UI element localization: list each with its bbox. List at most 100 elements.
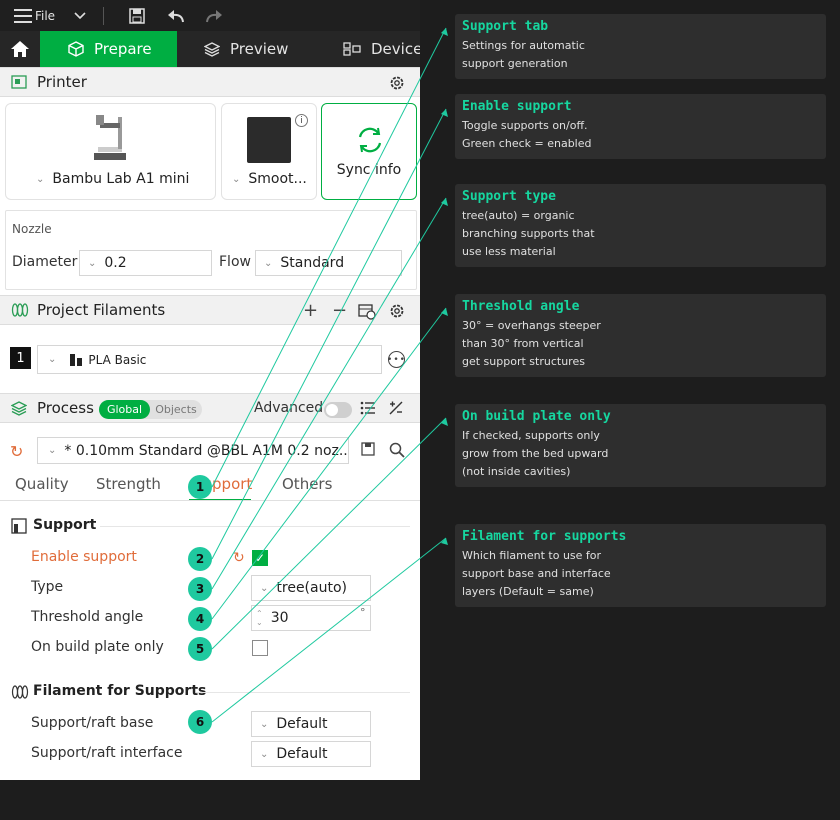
callout-badge: 3 bbox=[188, 577, 212, 601]
enable-support-label: Enable support bbox=[31, 549, 137, 565]
device-icon bbox=[343, 42, 361, 56]
process-preset-name: * 0.10mm Standard @BBL A1M 0.2 noz... bbox=[64, 442, 349, 459]
printer-section-title: Printer bbox=[37, 73, 87, 91]
tab-strength[interactable]: Strength bbox=[96, 475, 161, 493]
filament-select[interactable]: ⌄ PLA Basic bbox=[37, 345, 382, 374]
info-icon[interactable]: i bbox=[295, 114, 308, 127]
callout-body: If checked, supports only grow from the … bbox=[462, 429, 609, 478]
callout-build-plate-only: On build plate only If checked, supports… bbox=[455, 404, 826, 487]
arrowhead bbox=[441, 28, 448, 36]
callout-badge: 1 bbox=[188, 475, 212, 499]
save-preset-icon[interactable] bbox=[361, 442, 375, 456]
callout-title: Support type bbox=[462, 189, 556, 204]
compare-icon[interactable] bbox=[388, 400, 404, 416]
callout-support-type: Support type tree(auto) = organic branch… bbox=[455, 184, 826, 267]
callout-badge: 2 bbox=[188, 547, 212, 571]
tab-others[interactable]: Others bbox=[282, 475, 332, 493]
callout-title: Filament for supports bbox=[462, 529, 627, 544]
support-type-value: tree(auto) bbox=[276, 580, 347, 596]
objects-toggle[interactable]: Objects bbox=[152, 400, 200, 419]
printer-section-header: Printer bbox=[0, 67, 420, 97]
flow-label: Flow bbox=[219, 254, 251, 270]
menu-bar: File bbox=[0, 0, 420, 31]
filament-spool-icon bbox=[11, 684, 29, 700]
reset-icon[interactable]: ↻ bbox=[10, 442, 23, 461]
callout-threshold-angle: Threshold angle 30° = overhangs steeper … bbox=[455, 294, 826, 377]
support-type-select[interactable]: ⌄ tree(auto) bbox=[251, 575, 371, 601]
plate-card[interactable]: i ⌄ Smoot... bbox=[221, 103, 317, 200]
gear-icon[interactable] bbox=[388, 74, 406, 92]
threshold-unit: ° bbox=[360, 606, 366, 619]
chevron-down-icon: ⌄ bbox=[36, 173, 45, 185]
process-preset-select[interactable]: ⌄ * 0.10mm Standard @BBL A1M 0.2 noz... bbox=[37, 437, 349, 464]
diameter-select[interactable]: ⌄ 0.2 bbox=[79, 250, 212, 276]
home-icon[interactable] bbox=[0, 31, 40, 67]
callout-enable-support: Enable support Toggle supports on/off. G… bbox=[455, 94, 826, 159]
add-filament-icon[interactable]: + bbox=[303, 300, 318, 321]
callout-body: Which filament to use for support base a… bbox=[462, 549, 611, 598]
tab-quality[interactable]: Quality bbox=[15, 475, 69, 493]
nozzle-panel: Nozzle Diameter ⌄ 0.2 Flow ⌄ Standard bbox=[5, 210, 417, 290]
section-divider bbox=[196, 692, 410, 693]
slicer-window: File Prepare Preview Device Printer ⌄ Ba… bbox=[0, 0, 420, 780]
process-section-title: Process bbox=[37, 399, 94, 417]
plate-image bbox=[247, 117, 291, 163]
support-interface-value: Default bbox=[276, 746, 328, 762]
sync-info-button[interactable]: Sync info bbox=[321, 103, 417, 200]
arrowhead bbox=[441, 538, 448, 545]
hamburger-menu-icon[interactable] bbox=[12, 0, 34, 31]
callout-filament-supports: Filament for supports Which filament to … bbox=[455, 524, 826, 607]
tab-prepare[interactable]: Prepare bbox=[40, 31, 177, 67]
search-icon[interactable] bbox=[389, 442, 405, 458]
global-toggle[interactable]: Global bbox=[99, 400, 150, 419]
filaments-section-title: Project Filaments bbox=[37, 301, 166, 319]
tab-device[interactable]: Device bbox=[343, 31, 420, 67]
gear-icon[interactable] bbox=[388, 302, 406, 320]
cube-icon bbox=[68, 41, 84, 57]
advanced-toggle[interactable] bbox=[324, 402, 352, 418]
file-menu[interactable]: File bbox=[34, 0, 56, 31]
support-base-select[interactable]: ⌄ Default bbox=[251, 711, 371, 737]
tab-prepare-label: Prepare bbox=[94, 40, 152, 58]
chevron-down-icon: ⌄ bbox=[48, 354, 57, 365]
support-base-value: Default bbox=[276, 716, 328, 732]
support-interface-select[interactable]: ⌄ Default bbox=[251, 741, 371, 767]
flow-select[interactable]: ⌄ Standard bbox=[255, 250, 402, 276]
chevron-down-icon: ⌄ bbox=[264, 257, 273, 269]
threshold-angle-label: Threshold angle bbox=[31, 609, 144, 625]
build-plate-only-label: On build plate only bbox=[31, 639, 164, 655]
filament-index-swatch[interactable]: 1 bbox=[10, 347, 31, 369]
chevron-down-icon[interactable] bbox=[70, 0, 90, 31]
arrowhead bbox=[441, 198, 448, 206]
support-section-icon bbox=[11, 518, 27, 534]
list-icon[interactable] bbox=[360, 400, 376, 416]
callout-badge: 5 bbox=[188, 637, 212, 661]
arrowhead bbox=[441, 418, 448, 426]
chevron-down-icon: ⌄ bbox=[88, 257, 97, 269]
save-icon[interactable] bbox=[126, 0, 148, 31]
layers-icon bbox=[204, 42, 220, 57]
build-plate-only-checkbox[interactable] bbox=[252, 640, 268, 656]
redo-icon[interactable] bbox=[203, 0, 225, 31]
callout-body: 30° = overhangs steeper than 30° from ve… bbox=[462, 319, 601, 368]
printer-name: Bambu Lab A1 mini bbox=[52, 171, 190, 187]
filament-supports-section-title: Filament for Supports bbox=[33, 683, 207, 699]
remove-filament-icon[interactable]: − bbox=[332, 300, 347, 321]
threshold-angle-value: 30 bbox=[270, 610, 289, 626]
threshold-angle-spinner[interactable]: ⌃ ⌄ 30 bbox=[251, 605, 371, 631]
global-objects-switch[interactable]: Global Objects bbox=[99, 400, 202, 419]
support-section-title: Support bbox=[33, 517, 97, 533]
stepper-arrows-icon[interactable]: ⌃ ⌄ bbox=[256, 609, 263, 627]
printer-card[interactable]: ⌄ Bambu Lab A1 mini bbox=[5, 103, 216, 200]
filament-sync-icon[interactable] bbox=[358, 302, 376, 320]
more-options-icon[interactable]: ••• bbox=[387, 351, 405, 368]
tab-preview[interactable]: Preview bbox=[204, 31, 288, 67]
undo-icon[interactable] bbox=[165, 0, 187, 31]
reset-icon[interactable]: ↻ bbox=[233, 550, 245, 566]
arrowhead bbox=[441, 109, 448, 117]
callout-badge: 6 bbox=[188, 710, 212, 734]
callout-badge: 4 bbox=[188, 607, 212, 631]
enable-support-checkbox[interactable]: ✓ bbox=[252, 550, 268, 566]
tab-device-label: Device bbox=[371, 40, 420, 58]
callout-title: Support tab bbox=[462, 19, 549, 34]
